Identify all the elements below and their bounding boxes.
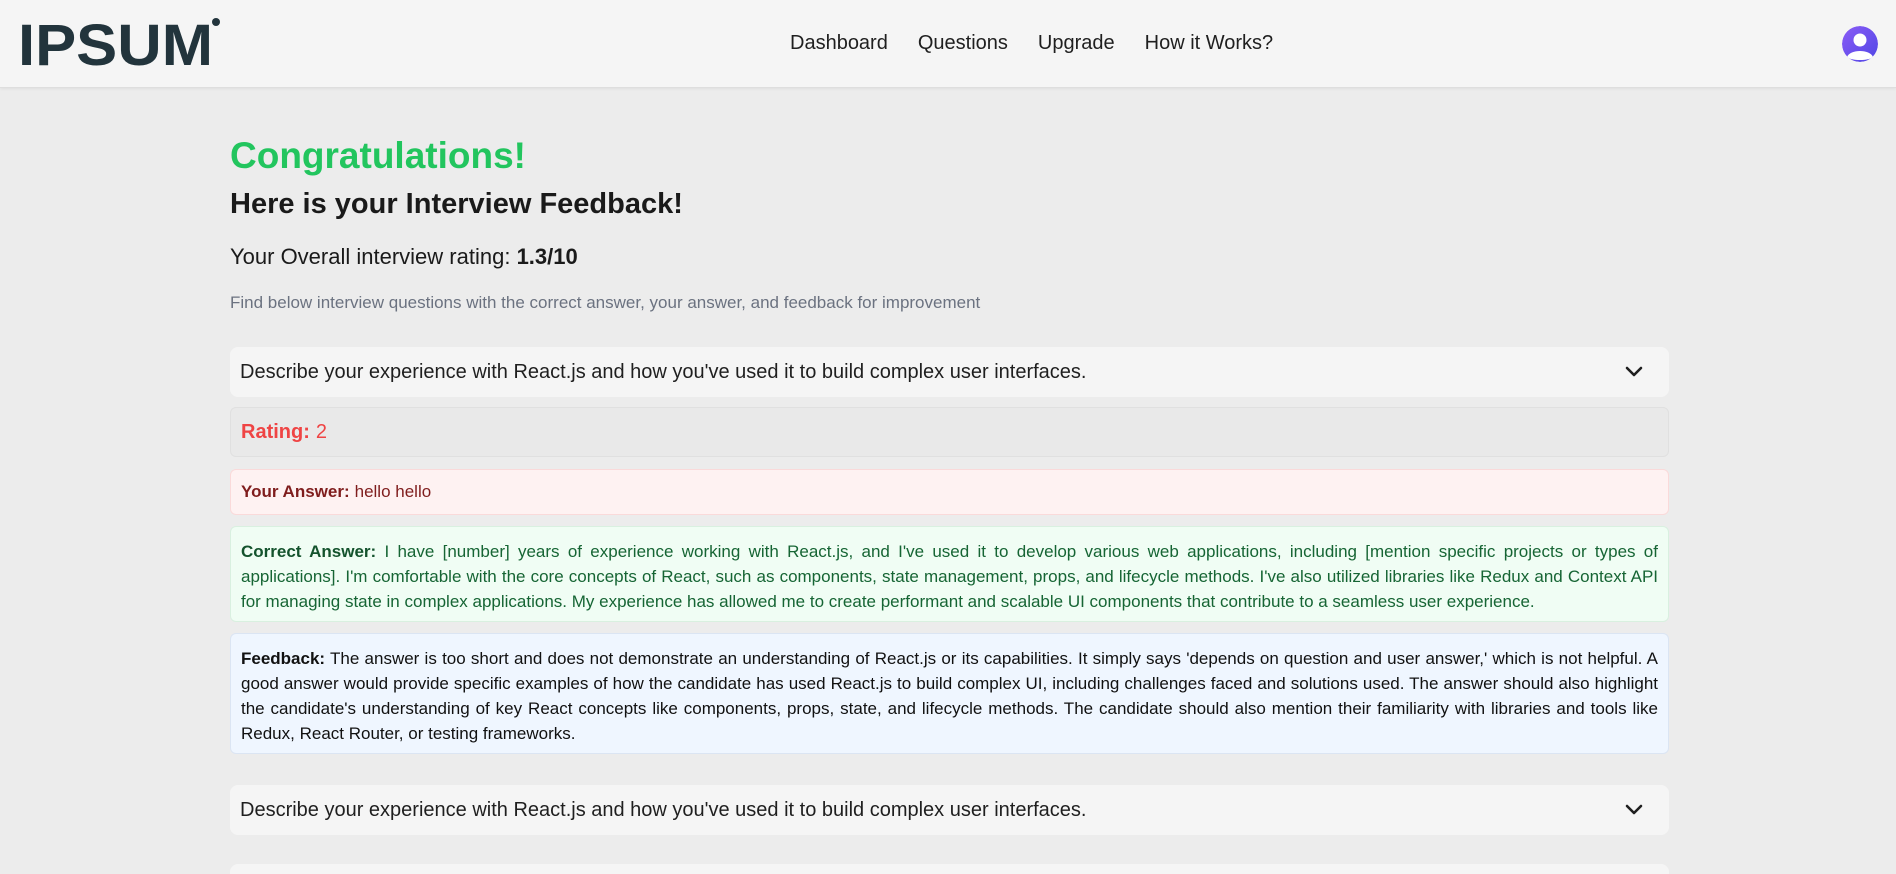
your-answer-text: hello hello bbox=[354, 482, 432, 501]
correct-answer-text: I have [number] years of experience work… bbox=[241, 542, 1658, 611]
question-text: Describe your experience with React.js a… bbox=[240, 798, 1087, 821]
nav-dashboard-link[interactable]: Dashboard bbox=[790, 32, 888, 55]
correct-answer-box: Correct Answer: I have [number] years of… bbox=[230, 526, 1669, 622]
rating-label: Rating: bbox=[241, 420, 310, 443]
top-navbar: IPSUM Dashboard Questions Upgrade How it… bbox=[0, 0, 1896, 88]
chevron-down-icon[interactable] bbox=[1623, 799, 1645, 821]
nav-upgrade-link[interactable]: Upgrade bbox=[1038, 32, 1115, 55]
chevron-down-icon[interactable] bbox=[1623, 361, 1645, 383]
rating-value: 2 bbox=[315, 420, 328, 443]
intro-text: Find below interview questions with the … bbox=[230, 293, 981, 312]
feedback-heading: Here is your Interview Feedback! bbox=[230, 188, 683, 220]
question-rating: Rating: 2 bbox=[230, 407, 1669, 457]
overall-rating-label: Your Overall interview rating: bbox=[230, 244, 511, 269]
user-avatar-icon[interactable] bbox=[1842, 26, 1878, 62]
svg-text:IPSUM: IPSUM bbox=[18, 17, 213, 71]
correct-answer-label: Correct Answer: bbox=[241, 542, 377, 561]
your-answer-box: Your Answer: hello hello bbox=[230, 469, 1669, 515]
feedback-text: The answer is too short and does not dem… bbox=[241, 649, 1658, 743]
feedback-box: Feedback: The answer is too short and do… bbox=[230, 633, 1669, 754]
feedback-label: Feedback: bbox=[241, 649, 326, 668]
nav-questions-link[interactable]: Questions bbox=[918, 32, 1008, 55]
question-accordion-1[interactable]: Describe your experience with React.js a… bbox=[230, 347, 1669, 397]
overall-rating-value: 1.3/10 bbox=[516, 244, 578, 269]
main-nav: Dashboard Questions Upgrade How it Works… bbox=[790, 0, 1273, 87]
overall-rating: Your Overall interview rating: 1.3/10 bbox=[230, 246, 578, 268]
nav-how-it-works-link[interactable]: How it Works? bbox=[1145, 32, 1274, 55]
ipsum-logo[interactable]: IPSUM bbox=[18, 17, 222, 71]
your-answer-label: Your Answer: bbox=[241, 482, 350, 501]
question-text: Describe your experience with React.js a… bbox=[240, 360, 1087, 383]
next-question-card-edge bbox=[230, 864, 1669, 874]
congratulations-heading: Congratulations! bbox=[230, 135, 526, 176]
question-accordion-2[interactable]: Describe your experience with React.js a… bbox=[230, 785, 1669, 835]
